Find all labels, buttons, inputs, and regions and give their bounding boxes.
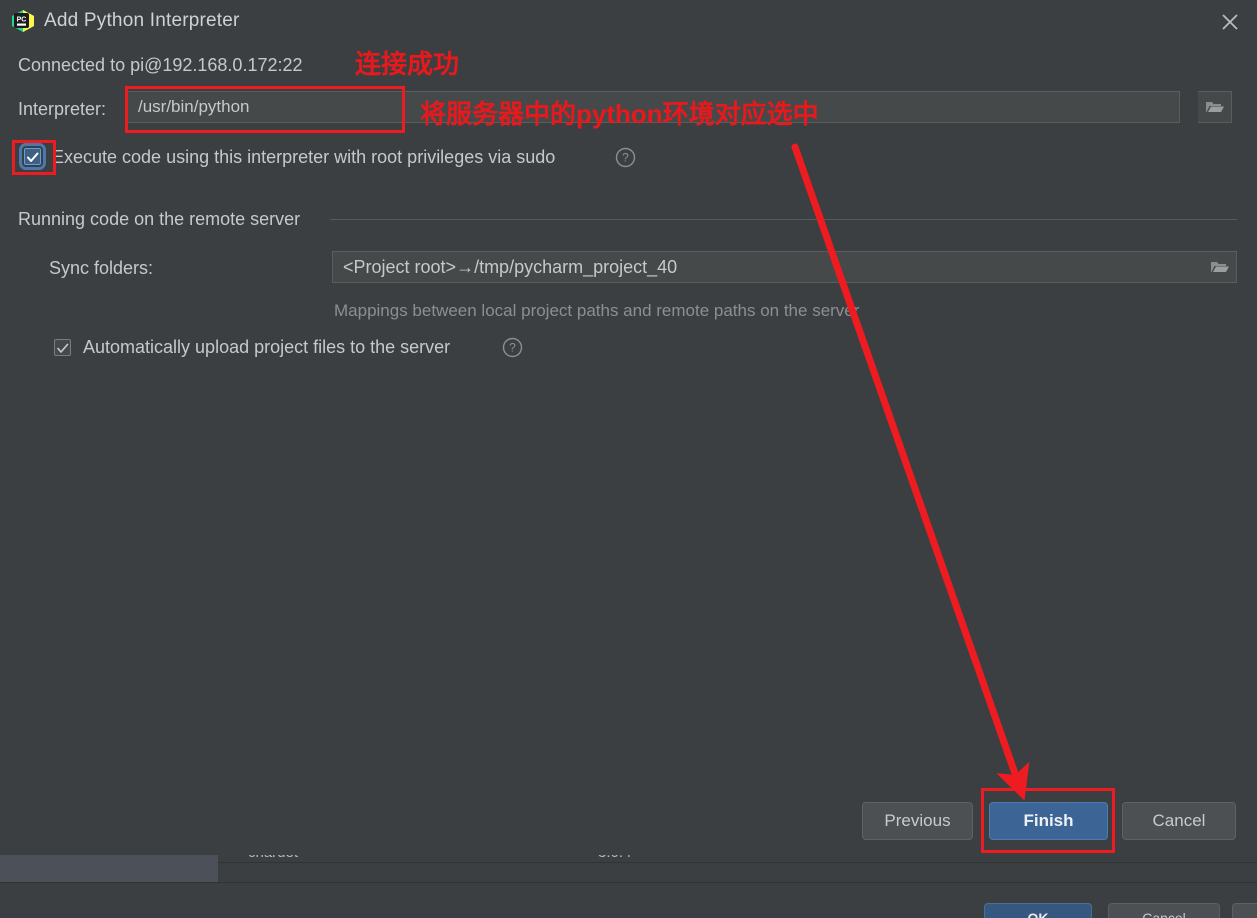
background-ok-label: OK bbox=[1027, 910, 1049, 918]
connection-status: Connected to pi@192.168.0.172:22 bbox=[18, 55, 303, 75]
dialog-title: Add Python Interpreter bbox=[44, 10, 240, 31]
auto-upload-checkbox-label: Automatically upload project files to th… bbox=[83, 337, 451, 357]
folder-icon bbox=[1210, 262, 1229, 272]
close-icon[interactable] bbox=[1213, 6, 1247, 38]
interpreter-label: Interpreter: bbox=[18, 99, 107, 119]
screenshot-root: chardet 3.0.4 OK Cancel PC Add Python In… bbox=[0, 0, 1257, 918]
background-cancel-label: Cancel bbox=[1142, 910, 1186, 918]
background-divider-2 bbox=[0, 882, 1257, 883]
background-selected-row bbox=[0, 853, 218, 882]
svg-text:?: ? bbox=[622, 151, 629, 165]
interpreter-input[interactable]: /usr/bin/python bbox=[127, 91, 1180, 123]
sudo-help-icon[interactable]: ? bbox=[615, 147, 636, 173]
dialog-titlebar: PC Add Python Interpreter bbox=[0, 0, 1257, 42]
interpreter-browse-button[interactable] bbox=[1198, 91, 1232, 123]
folder-icon bbox=[1205, 102, 1224, 112]
add-python-interpreter-dialog: PC Add Python Interpreter Connected to p… bbox=[0, 0, 1257, 855]
sudo-checkbox-label: Execute code using this interpreter with… bbox=[52, 147, 556, 167]
pycharm-logo-icon: PC bbox=[12, 10, 34, 32]
cancel-button[interactable]: Cancel bbox=[1122, 802, 1236, 840]
sync-folders-input[interactable]: <Project root>→/tmp/pycharm_project_40 bbox=[332, 251, 1204, 283]
sync-folders-label: Sync folders: bbox=[49, 258, 154, 278]
remote-section-divider bbox=[330, 219, 1237, 220]
finish-button[interactable]: Finish bbox=[989, 802, 1108, 840]
sudo-checkbox[interactable] bbox=[19, 143, 46, 170]
sync-folders-hint: Mappings between local project paths and… bbox=[334, 301, 860, 320]
auto-upload-help-icon[interactable]: ? bbox=[502, 337, 523, 363]
background-cancel-button[interactable]: Cancel bbox=[1108, 903, 1220, 918]
background-extra-button[interactable] bbox=[1232, 903, 1257, 918]
auto-upload-checkbox[interactable] bbox=[54, 339, 71, 356]
background-ok-button[interactable]: OK bbox=[984, 903, 1092, 918]
svg-text:?: ? bbox=[509, 341, 516, 355]
sync-folders-browse-button[interactable] bbox=[1203, 251, 1237, 283]
svg-text:PC: PC bbox=[17, 17, 27, 24]
remote-section-title: Running code on the remote server bbox=[18, 209, 301, 229]
previous-button[interactable]: Previous bbox=[862, 802, 973, 840]
